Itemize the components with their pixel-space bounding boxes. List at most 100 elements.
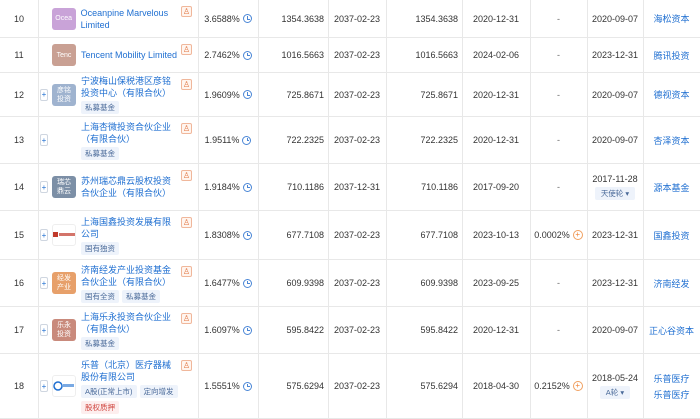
- beneficiary-icon[interactable]: ♙: [181, 79, 192, 90]
- shareholder-name-link[interactable]: 上海乐永投资合伙企业（有限合伙）: [81, 311, 173, 335]
- clock-icon[interactable]: [242, 135, 252, 145]
- beneficiary-icon[interactable]: ♙: [181, 217, 192, 228]
- clock-icon[interactable]: [242, 182, 252, 192]
- brand-link[interactable]: 国鑫投资: [653, 229, 689, 242]
- first-holding-date-value: 2018-05-24: [591, 373, 639, 383]
- holding-ratio-value: 1.9609%: [204, 89, 240, 100]
- related-brand: 德视资本: [643, 73, 700, 116]
- paid-amount-value: 1016.5663: [415, 50, 458, 60]
- beneficiary-icon[interactable]: ♙: [181, 170, 192, 181]
- shareholder-name-link[interactable]: 苏州瑞芯鼎云股权投资合伙企业（有限合伙）: [81, 175, 173, 199]
- brand-link[interactable]: 海松资本: [653, 12, 689, 25]
- expand-toggle-icon[interactable]: +: [40, 88, 48, 101]
- subscribed-date-value: 2037-02-23: [333, 230, 381, 240]
- row-index: 14: [0, 164, 38, 210]
- brand-link[interactable]: 正心谷资本: [649, 324, 694, 337]
- shareholder-info: Tencent Mobility Limited: [81, 49, 177, 61]
- beneficiary-icon[interactable]: ♙: [181, 360, 192, 371]
- brand-link[interactable]: 乐普医疗: [653, 372, 689, 385]
- subscribed-date: 2037-02-23: [328, 73, 386, 116]
- tag-badge: 国有全资: [81, 289, 119, 303]
- paid-amount: 595.8422: [386, 307, 458, 353]
- shareholder-cell: + 乐永 投资 上海乐永投资合伙企业（有限合伙） 私募基金 ♙: [40, 307, 196, 353]
- beneficiary-icon[interactable]: ♙: [181, 44, 192, 55]
- shareholder-name-link[interactable]: 上海杏微投资合伙企业（有限合伙）: [81, 121, 173, 145]
- clock-icon[interactable]: [242, 278, 252, 288]
- paid-date-value: 2020-12-31: [472, 135, 520, 145]
- chevron-down-icon: ▾: [618, 388, 625, 397]
- brand-link[interactable]: 杏泽资本: [653, 134, 689, 147]
- indirect-ratio: 0.2152% +: [530, 354, 587, 418]
- clock-icon[interactable]: [242, 325, 252, 335]
- equity-path-icon[interactable]: +: [572, 381, 583, 391]
- holding-ratio: 2.7462%: [198, 38, 258, 72]
- tag-list: 国有独资: [81, 241, 173, 255]
- beneficiary-icon[interactable]: ♙: [181, 6, 192, 17]
- holding-ratio-value: 1.6477%: [204, 278, 240, 288]
- shareholder-name-link[interactable]: 宁波梅山保税港区彦铭投资中心（有限合伙）: [81, 75, 173, 99]
- paid-date: 2023-09-25: [462, 260, 530, 306]
- first-holding-date: 2020-09-07: [587, 307, 643, 353]
- holding-ratio: 1.9511%: [198, 117, 258, 163]
- shareholder-name-link[interactable]: 上海国鑫投资发展有限公司: [81, 216, 173, 240]
- brand-link[interactable]: 源本基金: [653, 181, 689, 194]
- date-with-round: 2017-11-28 天使轮 ▾: [592, 174, 638, 200]
- expand-toggle-icon[interactable]: +: [40, 380, 48, 392]
- row-index: 17: [0, 307, 38, 353]
- table-row: 15 + 上海国鑫投资发展有限公司 国有独资 ♙ 1.8308% 677.7108 2037-…: [0, 211, 700, 260]
- expand-toggle-icon[interactable]: +: [40, 181, 48, 193]
- financing-round-badge[interactable]: 天使轮 ▾: [594, 187, 636, 200]
- holding-ratio-value: 3.6588%: [204, 13, 240, 24]
- clock-icon[interactable]: [242, 50, 252, 60]
- equity-path-icon[interactable]: +: [572, 230, 583, 240]
- shareholder-name-link[interactable]: Tencent Mobility Limited: [81, 49, 177, 61]
- brand-link[interactable]: 乐普医疗: [653, 388, 689, 401]
- subscribed-date-value: 2037-12-31: [333, 182, 381, 192]
- brand-link[interactable]: 腾讯投资: [653, 49, 689, 62]
- paid-amount-value: 722.2325: [420, 135, 458, 145]
- paid-date: 2020-12-31: [462, 307, 530, 353]
- paid-date-value: 2023-10-13: [472, 230, 520, 240]
- shareholder-name-link[interactable]: 乐普（北京）医疗器械股份有限公司: [81, 359, 173, 383]
- indirect-ratio-value: 0.0002%: [534, 230, 570, 240]
- shareholder-name-link[interactable]: Oceanpine Marvelous Limited: [81, 7, 196, 31]
- holding-ratio-value: 1.9511%: [204, 135, 240, 145]
- company-logo: 瑞芯 鼎云: [52, 176, 76, 198]
- financing-round-badge[interactable]: A轮 ▾: [599, 386, 631, 399]
- tag-badge: 私募基金: [81, 101, 119, 114]
- column-divider: [38, 211, 39, 259]
- paid-date-value: 2024-02-06: [472, 50, 520, 60]
- table-row: 17 + 乐永 投资 上海乐永投资合伙企业（有限合伙） 私募基金 ♙ 1.6097% 595.…: [0, 307, 700, 354]
- beneficiary-icon[interactable]: ♙: [181, 313, 192, 324]
- expand-toggle-icon[interactable]: +: [40, 277, 48, 289]
- first-holding-date-value: 2020-09-07: [591, 13, 639, 24]
- related-brand: 杏泽资本: [643, 117, 700, 163]
- expand-toggle-icon[interactable]: +: [40, 229, 48, 241]
- indirect-ratio: -: [530, 307, 587, 353]
- paid-date-value: 2023-09-25: [472, 278, 520, 288]
- row-index-text: 12: [13, 89, 24, 100]
- brand-link[interactable]: 济南经发: [653, 277, 689, 290]
- shareholder-name-link[interactable]: 济南经发产业投资基金合伙企业（有限合伙）: [81, 264, 173, 288]
- subscribed-date-value: 2037-02-23: [333, 325, 381, 335]
- subscribed-date: 2037-02-23: [328, 307, 386, 353]
- beneficiary-icon[interactable]: ♙: [181, 123, 192, 134]
- clock-icon[interactable]: [242, 381, 252, 391]
- clock-icon[interactable]: [242, 90, 252, 99]
- subscribed-date: 2037-02-23: [328, 260, 386, 306]
- brand-link[interactable]: 德视资本: [653, 88, 689, 101]
- company-logo: 经发 产业: [52, 272, 76, 294]
- subscribed-amount: 710.1186: [258, 164, 324, 210]
- expand-toggle-icon[interactable]: +: [40, 134, 48, 146]
- subscribed-date-value: 2037-02-23: [333, 381, 381, 391]
- beneficiary-icon[interactable]: ♙: [181, 266, 192, 277]
- clock-icon[interactable]: [242, 230, 252, 240]
- subscribed-date: 2037-02-23: [328, 0, 386, 37]
- expand-toggle-icon[interactable]: +: [40, 324, 48, 336]
- table-row: 11 Tenc Tencent Mobility Limited ♙ 2.7462% 10…: [0, 38, 700, 73]
- clock-icon[interactable]: [242, 14, 252, 23]
- related-brand: 腾讯投资: [643, 38, 700, 72]
- first-holding-date: 2017-11-28 天使轮 ▾: [587, 164, 643, 210]
- row-index: 16: [0, 260, 38, 306]
- shareholder-cell: Tenc Tencent Mobility Limited ♙: [40, 38, 196, 72]
